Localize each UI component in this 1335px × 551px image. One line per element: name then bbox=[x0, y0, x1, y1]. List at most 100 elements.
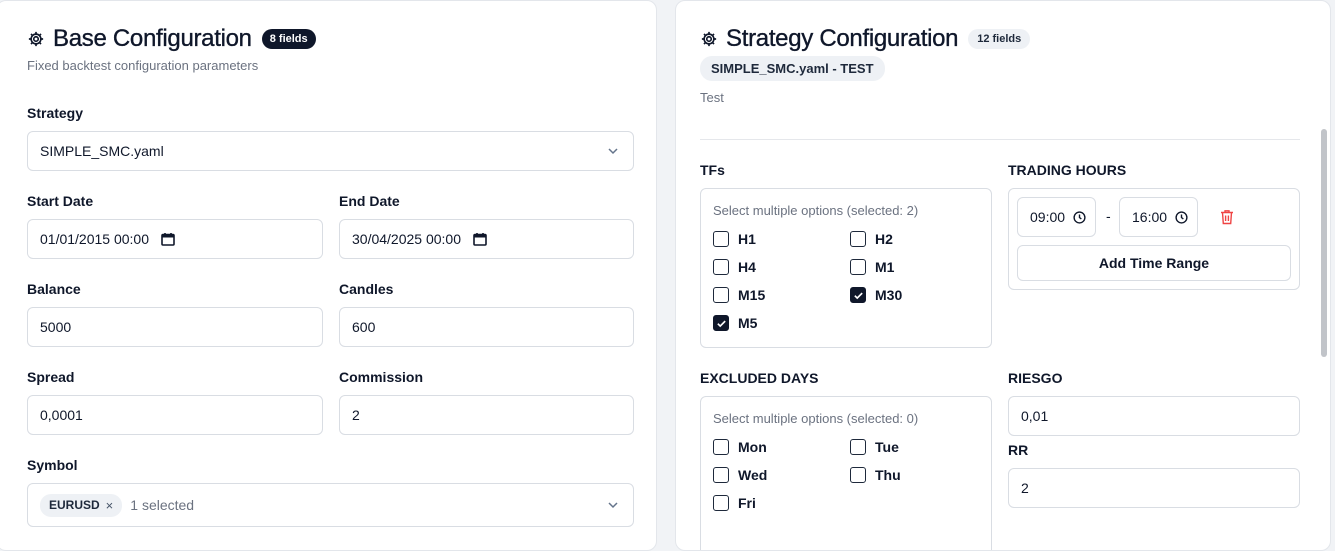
end-time-input[interactable]: 16:00 bbox=[1119, 197, 1199, 237]
end-date-input[interactable]: 30/04/2025 00:00 bbox=[339, 219, 634, 259]
riesgo-label: RIESGO bbox=[1008, 370, 1063, 386]
rr-value: 2 bbox=[1021, 480, 1029, 496]
tfs-label: TFs bbox=[700, 162, 725, 178]
tf-option-label: M30 bbox=[875, 287, 903, 303]
day-option-label: Fri bbox=[738, 495, 756, 511]
base-config-header: Base Configuration 8 fields bbox=[27, 25, 316, 53]
day-option-tue[interactable]: Tue bbox=[850, 439, 899, 455]
check-icon bbox=[716, 320, 726, 327]
trash-icon[interactable] bbox=[1220, 209, 1234, 225]
excluded-days-label: EXCLUDED DAYS bbox=[700, 370, 819, 386]
tf-option-label: H2 bbox=[875, 231, 893, 247]
base-configuration-card: Base Configuration 8 fields Fixed backte… bbox=[0, 0, 657, 551]
tfs-multiselect: Select multiple options (selected: 2) H1… bbox=[700, 188, 992, 348]
day-option-fri[interactable]: Fri bbox=[713, 495, 756, 511]
tf-option-m5[interactable]: M5 bbox=[713, 315, 757, 331]
excluded-days-multiselect: Select multiple options (selected: 0) Mo… bbox=[700, 396, 992, 550]
tf-option-h2[interactable]: H2 bbox=[850, 231, 893, 247]
day-option-mon[interactable]: Mon bbox=[713, 439, 767, 455]
checkbox[interactable] bbox=[713, 287, 729, 303]
spread-value: 0,0001 bbox=[40, 407, 83, 423]
checkbox[interactable] bbox=[713, 495, 729, 511]
strategy-select[interactable]: SIMPLE_SMC.yaml bbox=[27, 131, 634, 171]
checkbox[interactable] bbox=[850, 231, 866, 247]
riesgo-input[interactable]: 0,01 bbox=[1008, 396, 1300, 436]
candles-value: 600 bbox=[352, 319, 376, 335]
end-time-value: 16:00 bbox=[1132, 209, 1168, 225]
field-count-badge: 12 fields bbox=[968, 29, 1031, 49]
candles-input[interactable]: 600 bbox=[339, 307, 634, 347]
symbol-selected-count: 1 selected bbox=[130, 497, 195, 513]
symbol-chip: EURUSD × bbox=[40, 493, 123, 517]
trading-hours-panel: 09:00 - 16:00 Add Time Range bbox=[1008, 188, 1300, 290]
tf-option-m15[interactable]: M15 bbox=[713, 287, 765, 303]
strategy-config-header: Strategy Configuration 12 fields bbox=[700, 25, 1031, 53]
symbol-multiselect[interactable]: EURUSD × 1 selected bbox=[27, 483, 634, 527]
tf-option-m30[interactable]: M30 bbox=[850, 287, 902, 303]
symbol-label: Symbol bbox=[27, 457, 78, 473]
spread-input[interactable]: 0,0001 bbox=[27, 395, 323, 435]
clock-icon[interactable] bbox=[1073, 210, 1086, 224]
base-config-subtitle: Fixed backtest configuration parameters bbox=[27, 58, 259, 73]
tf-option-m1[interactable]: M1 bbox=[850, 259, 894, 275]
start-time-input[interactable]: 09:00 bbox=[1017, 197, 1097, 237]
riesgo-value: 0,01 bbox=[1021, 408, 1049, 424]
tf-option-label: H1 bbox=[738, 231, 756, 247]
commission-label: Commission bbox=[339, 369, 424, 385]
strategy-file-badge: SIMPLE_SMC.yaml - TEST bbox=[700, 56, 885, 81]
balance-input[interactable]: 5000 bbox=[27, 307, 323, 347]
clock-icon[interactable] bbox=[1175, 210, 1188, 224]
candles-label: Candles bbox=[339, 281, 394, 297]
symbol-chip-label: EURUSD bbox=[49, 498, 100, 512]
scrollbar[interactable] bbox=[1321, 129, 1327, 357]
day-option-thu[interactable]: Thu bbox=[850, 467, 901, 483]
strategy-description: Test bbox=[700, 90, 724, 105]
checkbox-checked[interactable] bbox=[850, 287, 866, 303]
rr-label: RR bbox=[1008, 442, 1029, 458]
calendar-icon[interactable] bbox=[161, 232, 175, 246]
day-option-label: Mon bbox=[738, 439, 767, 455]
chip-remove-icon[interactable]: × bbox=[106, 498, 114, 513]
tf-option-label: H4 bbox=[738, 259, 756, 275]
tf-option-h4[interactable]: H4 bbox=[713, 259, 756, 275]
chevron-down-icon bbox=[608, 502, 618, 509]
spread-label: Spread bbox=[27, 369, 75, 385]
page-title: Base Configuration bbox=[53, 25, 252, 52]
checkbox[interactable] bbox=[850, 259, 866, 275]
start-time-value: 09:00 bbox=[1030, 209, 1066, 225]
trading-hours-label: TRADING HOURS bbox=[1008, 162, 1127, 178]
commission-input[interactable]: 2 bbox=[339, 395, 634, 435]
start-date-input[interactable]: 01/01/2015 00:00 bbox=[27, 219, 323, 259]
tf-option-h1[interactable]: H1 bbox=[713, 231, 756, 247]
start-date-label: Start Date bbox=[27, 193, 94, 209]
balance-label: Balance bbox=[27, 281, 81, 297]
calendar-icon[interactable] bbox=[473, 232, 487, 246]
excluded-days-hint: Select multiple options (selected: 0) bbox=[713, 411, 919, 426]
strategy-select-value: SIMPLE_SMC.yaml bbox=[40, 143, 164, 159]
checkbox[interactable] bbox=[850, 439, 866, 455]
checkbox[interactable] bbox=[713, 439, 729, 455]
gear-icon bbox=[700, 30, 718, 48]
checkbox[interactable] bbox=[713, 467, 729, 483]
commission-value: 2 bbox=[352, 407, 360, 423]
strategy-label: Strategy bbox=[27, 105, 84, 121]
tf-option-label: M1 bbox=[875, 259, 895, 275]
chevron-down-icon bbox=[608, 148, 618, 155]
checkbox-checked[interactable] bbox=[713, 315, 729, 331]
section-divider bbox=[700, 139, 1300, 140]
day-option-wed[interactable]: Wed bbox=[713, 467, 767, 483]
end-date-value: 30/04/2025 00:00 bbox=[352, 231, 461, 247]
checkbox[interactable] bbox=[850, 467, 866, 483]
tfs-hint: Select multiple options (selected: 2) bbox=[713, 203, 919, 218]
tf-option-label: M15 bbox=[738, 287, 766, 303]
strategy-config-title: Strategy Configuration bbox=[726, 25, 959, 52]
strategy-configuration-card: Strategy Configuration 12 fields SIMPLE_… bbox=[675, 0, 1331, 551]
balance-value: 5000 bbox=[40, 319, 72, 335]
tf-option-label: M5 bbox=[738, 315, 758, 331]
check-icon bbox=[853, 292, 863, 299]
day-option-label: Thu bbox=[875, 467, 901, 483]
checkbox[interactable] bbox=[713, 231, 729, 247]
rr-input[interactable]: 2 bbox=[1008, 468, 1300, 508]
add-time-range-button[interactable]: Add Time Range bbox=[1017, 245, 1291, 281]
checkbox[interactable] bbox=[713, 259, 729, 275]
